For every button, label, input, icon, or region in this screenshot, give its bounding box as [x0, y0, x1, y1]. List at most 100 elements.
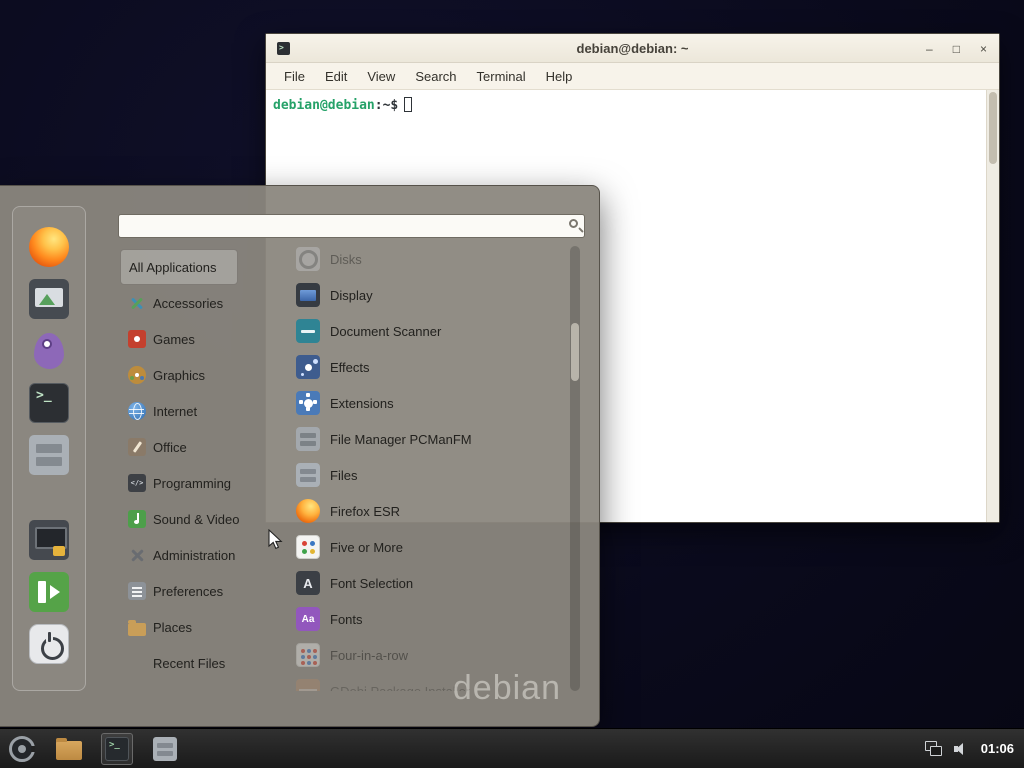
menu-terminal[interactable]: Terminal [467, 65, 536, 88]
app-label: Files [330, 468, 357, 483]
graphics-category-icon [128, 366, 146, 384]
firefox-button[interactable] [25, 225, 73, 269]
app-label: Effects [330, 360, 370, 375]
category-recent-files[interactable]: Recent Files [120, 645, 238, 681]
file-manager-launcher[interactable] [53, 733, 85, 765]
pcmanfm-icon [296, 427, 320, 451]
terminal-scrollbar-thumb[interactable] [989, 92, 997, 164]
menu-search[interactable]: Search [405, 65, 466, 88]
app-extensions[interactable]: Extensions [288, 385, 572, 421]
firefox-icon [296, 499, 320, 523]
mouse-cursor [268, 529, 288, 551]
app-label: Four-in-a-row [330, 648, 408, 663]
app-font-selection[interactable]: Font Selection [288, 565, 572, 601]
application-list: DisksDisplay Document Scanner Effects Exten… [288, 241, 572, 691]
window-controls: – □ × [926, 34, 987, 63]
effects-icon [296, 355, 320, 379]
app-files[interactable]: Files [288, 457, 572, 493]
terminal-button[interactable] [25, 381, 73, 425]
app-document-scanner[interactable]: Document Scanner [288, 313, 572, 349]
lock-screen-button[interactable] [25, 518, 73, 562]
administration-category-icon [128, 546, 146, 564]
terminal-window-button[interactable] [101, 733, 133, 765]
log-out-icon [29, 572, 69, 612]
extensions-icon [296, 391, 320, 415]
files-launcher[interactable] [149, 733, 181, 765]
maximize-button[interactable]: □ [953, 43, 960, 55]
volume-icon[interactable] [954, 742, 969, 756]
category-label: Internet [153, 404, 197, 419]
pidgin-icon [29, 331, 69, 371]
category-office[interactable]: Office [120, 429, 238, 465]
category-graphics[interactable]: Graphics [120, 357, 238, 393]
terminal-title: debian@debian: ~ [266, 41, 999, 56]
close-button[interactable]: × [980, 43, 987, 55]
category-label: Places [153, 620, 192, 635]
category-sound-video[interactable]: Sound & Video [120, 501, 238, 537]
category-list: All Applications Accessories GamesGraphics… [120, 249, 238, 681]
taskbar: 01:06 [0, 728, 1024, 768]
four-icon [296, 643, 320, 667]
category-accessories[interactable]: Accessories [120, 285, 238, 321]
clock[interactable]: 01:06 [981, 741, 1014, 756]
terminal-scrollbar[interactable] [986, 90, 999, 522]
gdebi-icon [296, 679, 320, 691]
pidgin-button[interactable] [25, 329, 73, 373]
category-label: Programming [153, 476, 231, 491]
favorites-column [12, 206, 86, 691]
display-icon [296, 283, 320, 307]
terminal-cursor [404, 97, 412, 112]
category-games[interactable]: Games [120, 321, 238, 357]
app-effects[interactable]: Effects [288, 349, 572, 385]
app-file-manager-pcmanfm[interactable]: File Manager PCManFM [288, 421, 572, 457]
menu-button[interactable] [7, 734, 37, 764]
app-label: File Manager PCManFM [330, 432, 472, 447]
minimize-button[interactable]: – [926, 43, 933, 55]
prompt-path: :~$ [375, 98, 398, 113]
internet-category-icon [128, 402, 146, 420]
category-label: Preferences [153, 584, 223, 599]
menu-scrollbar-thumb[interactable] [571, 323, 579, 381]
search-input[interactable] [118, 214, 585, 238]
app-disks[interactable]: Disks [288, 241, 572, 277]
sound-category-icon [128, 510, 146, 528]
app-firefox-esr[interactable]: Firefox ESR [288, 493, 572, 529]
app-label: GDebi Package Installer [330, 684, 470, 692]
firefox-icon [29, 227, 69, 267]
app-four-in-a-row[interactable]: Four-in-a-row [288, 637, 572, 673]
preferences-category-icon [128, 582, 146, 600]
menu-file[interactable]: File [274, 65, 315, 88]
photos-button[interactable] [25, 277, 73, 321]
category-label: All Applications [129, 260, 216, 275]
terminal-icon [105, 737, 129, 761]
category-icon-spacer [128, 654, 146, 672]
category-administration[interactable]: Administration [120, 537, 238, 573]
category-label: Sound & Video [153, 512, 240, 527]
terminal-titlebar[interactable]: debian@debian: ~ – □ × [266, 34, 999, 63]
system-tray: 01:06 [925, 741, 1024, 756]
category-places[interactable]: Places [120, 609, 238, 645]
network-icon[interactable] [925, 741, 942, 756]
category-preferences[interactable]: Preferences [120, 573, 238, 609]
terminal-menubar: FileEditViewSearchTerminalHelp [266, 63, 999, 90]
menu-scrollbar[interactable] [570, 246, 580, 691]
menu-view[interactable]: View [357, 65, 405, 88]
file-manager-button[interactable] [25, 433, 73, 477]
desktop: debian@debian: ~ – □ × FileEditViewSearc… [0, 0, 1024, 768]
category-all-applications[interactable]: All Applications [120, 249, 238, 285]
category-programming[interactable]: Programming [120, 465, 238, 501]
app-label: Font Selection [330, 576, 413, 591]
menu-help[interactable]: Help [536, 65, 583, 88]
menu-edit[interactable]: Edit [315, 65, 357, 88]
app-five-or-more[interactable]: Five or More [288, 529, 572, 565]
prompt-user-host: debian@debian [273, 98, 375, 113]
app-label: Document Scanner [330, 324, 441, 339]
category-internet[interactable]: Internet [120, 393, 238, 429]
category-label: Accessories [153, 296, 223, 311]
app-display[interactable]: Display [288, 277, 572, 313]
shut-down-button[interactable] [25, 622, 73, 666]
app-fonts[interactable]: Fonts [288, 601, 572, 637]
log-out-button[interactable] [25, 570, 73, 614]
search-icon [569, 219, 578, 228]
office-category-icon [128, 438, 146, 456]
